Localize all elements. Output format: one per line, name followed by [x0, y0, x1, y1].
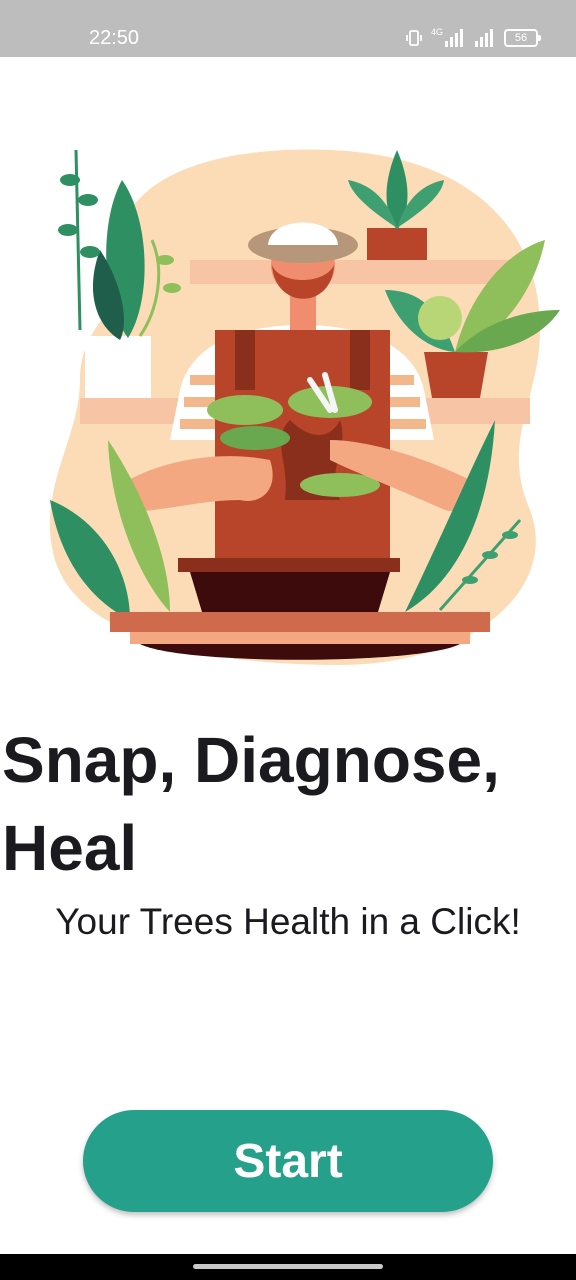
battery-icon: 56: [504, 29, 541, 47]
table-top: [110, 612, 490, 632]
table-base: [140, 644, 460, 660]
home-indicator[interactable]: [193, 1264, 383, 1269]
navigation-bar: [0, 1254, 576, 1280]
start-button[interactable]: Start: [83, 1110, 493, 1212]
top-pot: [367, 228, 427, 260]
signal-4g-icon: 4G: [431, 28, 466, 48]
bonsai-pot: [190, 572, 390, 612]
signal-icon: [475, 29, 493, 47]
bonsai-pot-rim: [178, 558, 400, 572]
status-time: 22:50: [89, 27, 140, 49]
upper-shelf: [190, 260, 510, 284]
onboarding-headline: Snap, Diagnose, Heal: [2, 724, 500, 884]
white-pot: [85, 336, 151, 398]
vibrate-icon: [406, 30, 422, 46]
status-bar: 22:50 4G 56: [0, 0, 576, 57]
table-band: [130, 632, 470, 644]
onboarding-subtitle: Your Trees Health in a Click!: [55, 901, 521, 942]
battery-level: 56: [514, 32, 528, 44]
network-type-label: 4G: [430, 27, 443, 37]
status-icons: 4G 56: [404, 27, 541, 49]
gardener-pruning-bonsai-illustration: [49, 149, 560, 665]
